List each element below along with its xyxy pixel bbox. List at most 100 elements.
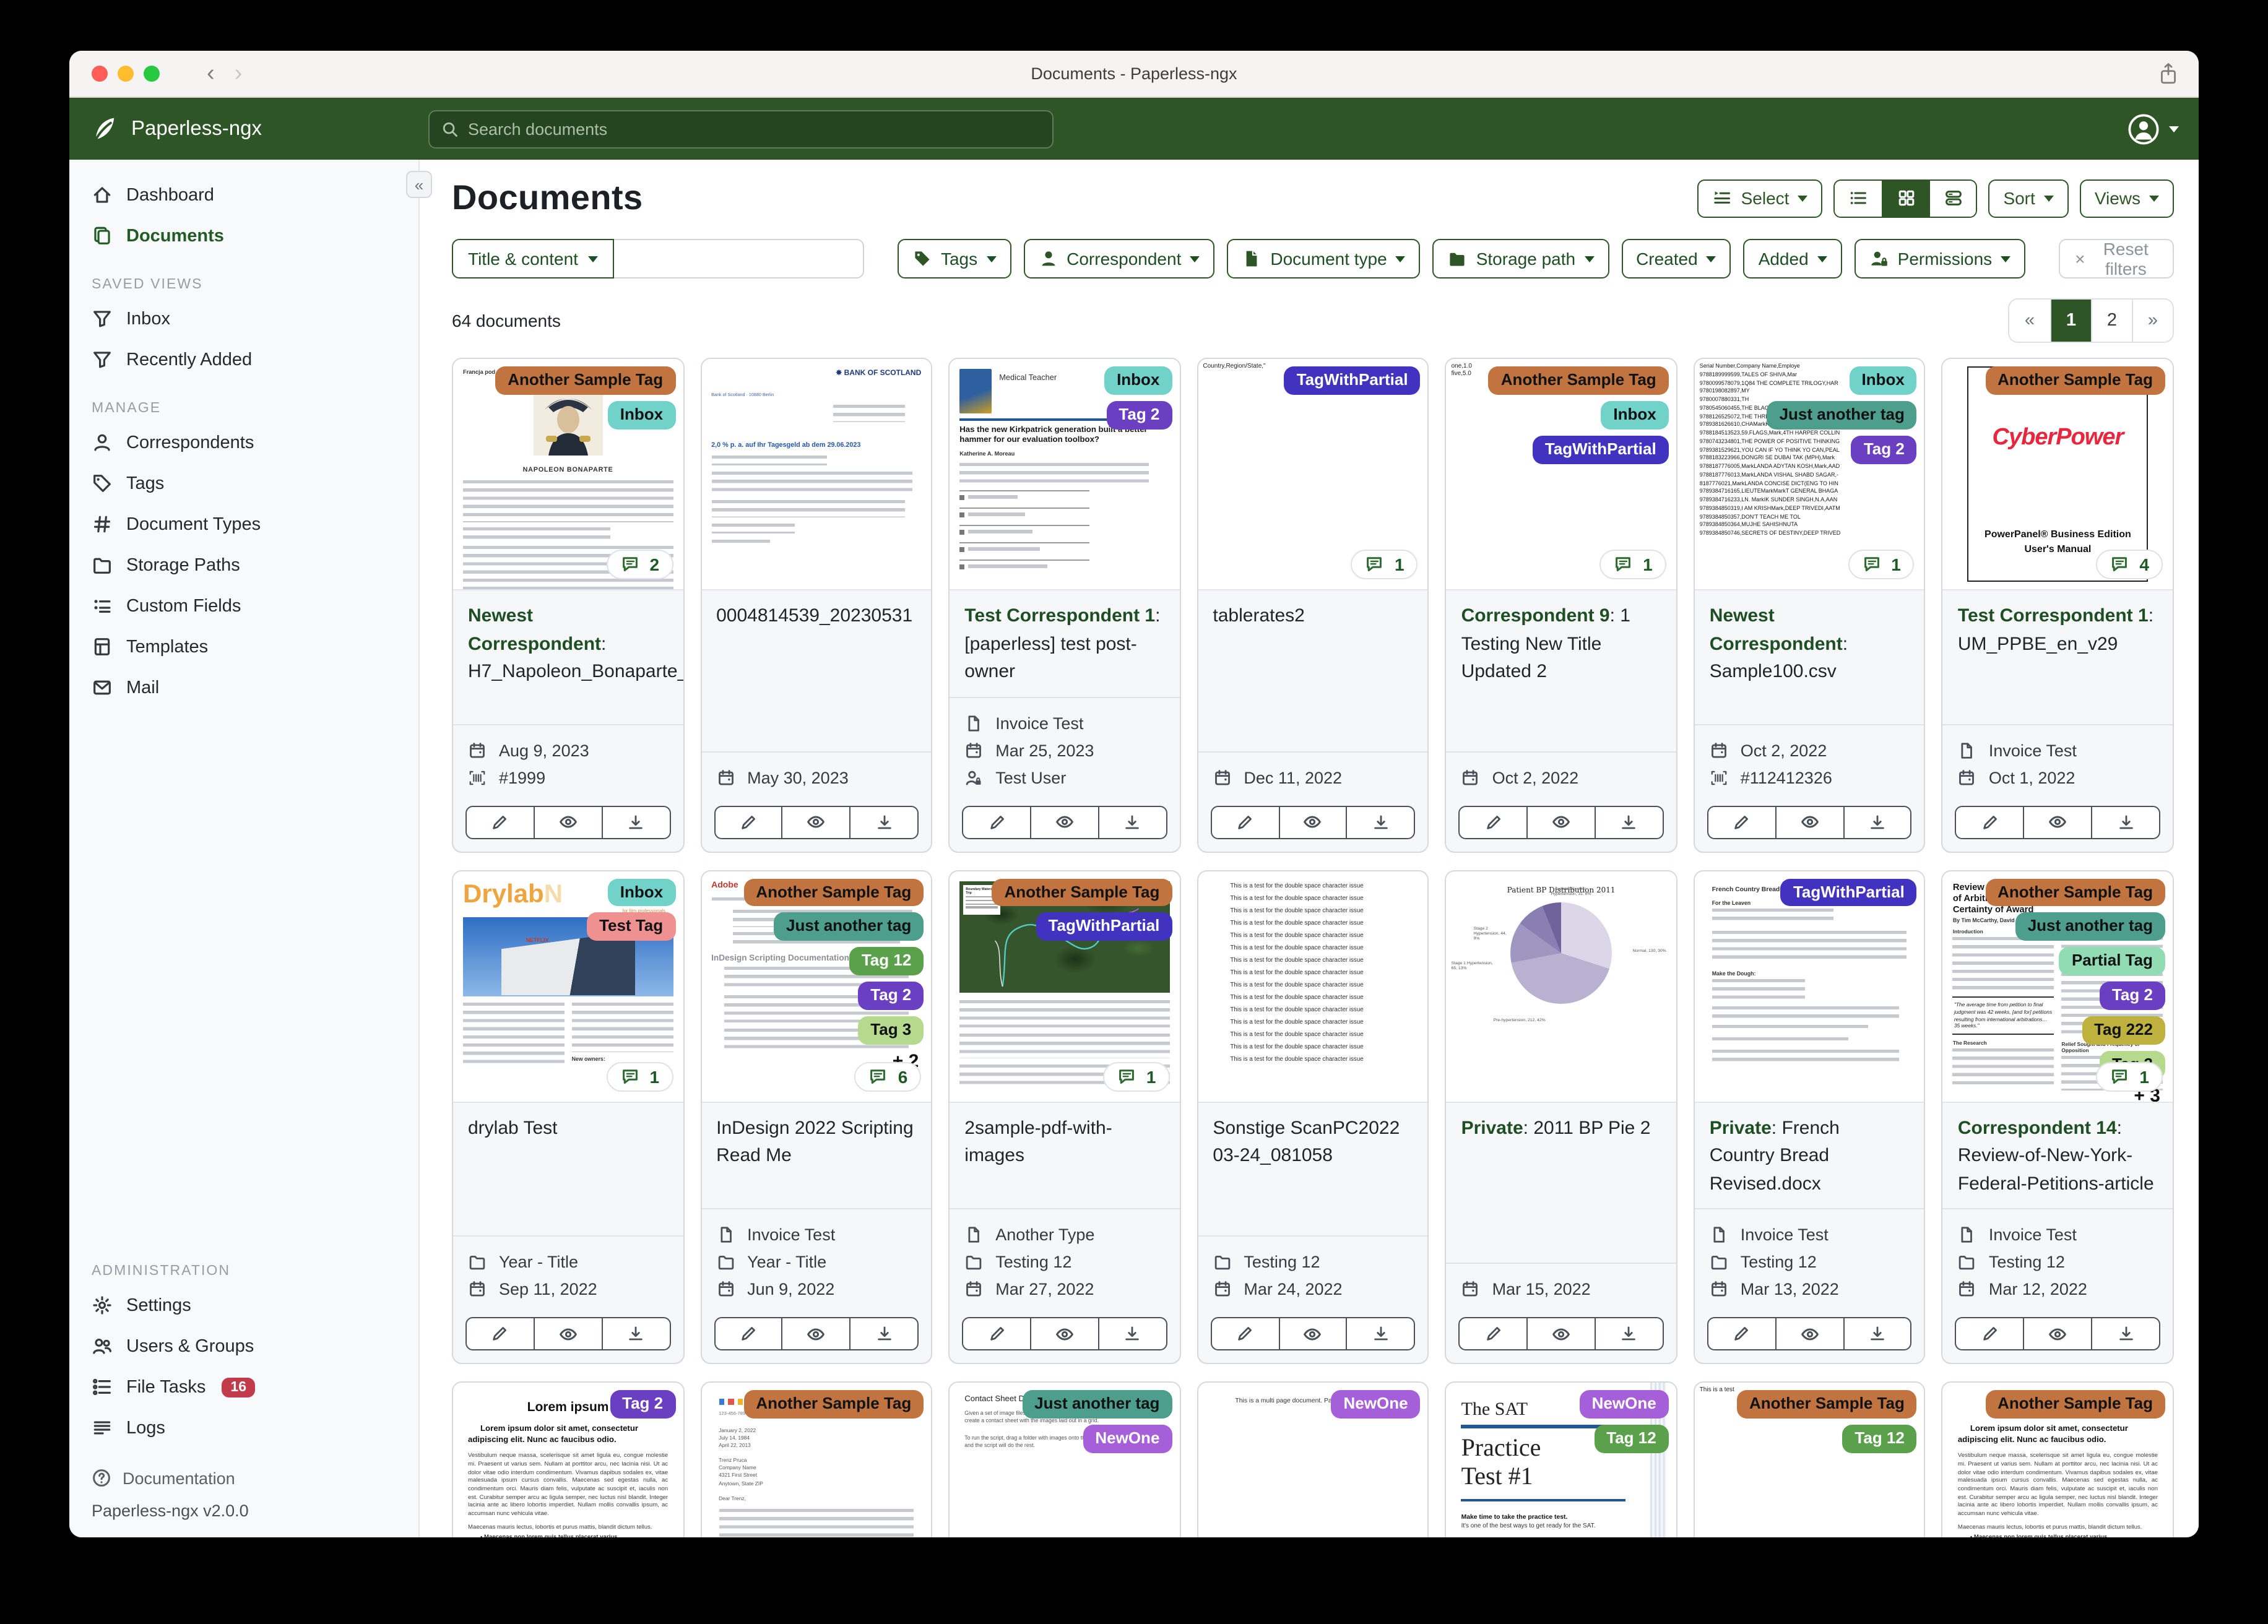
- document-thumbnail[interactable]: French Country Bread For the Leaven Make t…: [1694, 871, 1924, 1102]
- edit-button[interactable]: [1708, 806, 1775, 837]
- document-title[interactable]: Correspondent 14: Review-of-New-York-Fed…: [1943, 1102, 2173, 1208]
- document-thumbnail[interactable]: Lorem ipsumLorem ipsum dolor sit amet, c…: [453, 1383, 683, 1537]
- pagination-page-1[interactable]: 1: [2050, 300, 2091, 342]
- comment-count-badge[interactable]: 2: [606, 550, 673, 579]
- preview-button[interactable]: [781, 1318, 850, 1349]
- filter-field-selector[interactable]: Title & content: [452, 239, 614, 279]
- view-mode-grid[interactable]: [1882, 180, 1929, 216]
- preview-button[interactable]: [1526, 806, 1595, 837]
- filter-permissions-button[interactable]: Permissions: [1854, 239, 2026, 279]
- preview-button[interactable]: [533, 1318, 602, 1349]
- document-card[interactable]: DrylabN for film professionals NETFLIX New …: [452, 870, 685, 1364]
- comment-count-badge[interactable]: 1: [1848, 550, 1915, 579]
- document-title[interactable]: Private: 2011 BP Pie 2: [1447, 1102, 1676, 1263]
- tag-badge[interactable]: Another Sample Tag: [743, 1390, 924, 1419]
- pagination-page-2[interactable]: 2: [2091, 300, 2132, 342]
- filter-query-input[interactable]: [613, 239, 864, 279]
- preview-button[interactable]: [2023, 806, 2092, 837]
- tag-badge[interactable]: NewOne: [1579, 1390, 1669, 1419]
- preview-button[interactable]: [533, 806, 602, 837]
- download-button[interactable]: [2091, 806, 2159, 837]
- document-card[interactable]: The SAT Practice Test #1 Make time to take …: [1445, 1381, 1677, 1537]
- tag-badge[interactable]: TagWithPartial: [1036, 912, 1172, 941]
- document-card[interactable]: This is a multi page document. Page 1. Ne…: [1197, 1381, 1429, 1537]
- views-button[interactable]: Views: [2079, 179, 2174, 217]
- tag-badge[interactable]: Just another tag: [1767, 400, 1917, 430]
- preview-button[interactable]: [2023, 1318, 2092, 1349]
- filter-tags-button[interactable]: Tags: [897, 239, 1011, 279]
- sidebar-item-correspondents[interactable]: Correspondents: [69, 422, 418, 463]
- tag-badge[interactable]: Partial Tag: [2059, 947, 2165, 976]
- download-button[interactable]: [1595, 806, 1663, 837]
- document-thumbnail[interactable]: Adobe InDesign Scripting Documentation Ano…: [701, 871, 932, 1102]
- document-thumbnail[interactable]: Contact Sheet Demo Given a set of image f…: [950, 1383, 1180, 1537]
- document-card[interactable]: Test Name123-456-7890January 2, 2022 Jul…: [700, 1381, 933, 1537]
- document-correspondent[interactable]: Test Correspondent 1: [1958, 605, 2149, 626]
- download-button[interactable]: [1595, 1318, 1663, 1349]
- preview-button[interactable]: [1775, 1318, 1843, 1349]
- document-thumbnail[interactable]: Patient BP Distribution 2011 Isolated Sys…: [1446, 871, 1676, 1102]
- comment-count-badge[interactable]: 1: [1102, 1061, 1170, 1091]
- document-thumbnail[interactable]: Medical Teacher Has the new Kirkpatrick g…: [950, 359, 1180, 590]
- document-thumbnail[interactable]: Boundary Waters Trip Another Sample Tag Ta…: [950, 871, 1180, 1102]
- tag-badge[interactable]: Another Sample Tag: [743, 878, 924, 907]
- tag-badge[interactable]: TagWithPartial: [1532, 435, 1669, 464]
- document-title[interactable]: Test Correspondent 1: [paperless] test p…: [950, 590, 1179, 696]
- documentation-link[interactable]: Documentation: [92, 1461, 396, 1495]
- sidebar-item-recently-added[interactable]: Recently Added: [69, 339, 418, 380]
- document-card[interactable]: This is a test Another Sample Tag Tag 12: [1693, 1381, 1926, 1537]
- document-card[interactable]: Contact Sheet Demo Given a set of image f…: [948, 1381, 1181, 1537]
- tag-badge[interactable]: Test Tag: [587, 912, 676, 941]
- preview-button[interactable]: [1278, 806, 1346, 837]
- document-title[interactable]: drylab Test: [453, 1102, 683, 1235]
- edit-button[interactable]: [1708, 1318, 1775, 1349]
- preview-button[interactable]: [1030, 1318, 1098, 1349]
- document-correspondent[interactable]: Private: [1710, 1117, 1772, 1138]
- document-thumbnail[interactable]: This is a test Another Sample Tag Tag 12: [1694, 1383, 1924, 1537]
- app-brand[interactable]: Paperless-ngx: [89, 114, 428, 144]
- edit-button[interactable]: [715, 806, 782, 837]
- document-card[interactable]: Francja pod r NAPOLEON BONAPARTE Another S…: [452, 358, 685, 852]
- document-thumbnail[interactable]: Francja pod r NAPOLEON BONAPARTE Another S…: [453, 359, 683, 590]
- document-correspondent[interactable]: Test Correspondent 1: [964, 605, 1155, 626]
- tag-badge[interactable]: Tag 12: [1842, 1424, 1917, 1453]
- sidebar-item-document-types[interactable]: Document Types: [69, 504, 418, 545]
- tag-badge[interactable]: Just another tag: [774, 912, 924, 941]
- document-thumbnail[interactable]: This is a test for the double space char…: [1198, 871, 1428, 1102]
- document-correspondent[interactable]: Newest Correspondent: [1710, 605, 1843, 654]
- preview-button[interactable]: [781, 806, 850, 837]
- document-title[interactable]: 0004814539_20230531: [701, 590, 931, 751]
- tag-badge[interactable]: TagWithPartial: [1284, 366, 1421, 395]
- tag-badge[interactable]: Tag 3: [858, 1016, 924, 1045]
- edit-button[interactable]: [1460, 1318, 1527, 1349]
- reset-filters-button[interactable]: × Reset filters: [2059, 239, 2174, 279]
- document-thumbnail[interactable]: This is a multi page document. Page 1. Ne…: [1198, 1383, 1428, 1537]
- download-button[interactable]: [1346, 1318, 1414, 1349]
- document-card[interactable]: Review of of Arbitral A Certainty of Award…: [1941, 870, 2174, 1364]
- tag-badge[interactable]: Another Sample Tag: [1985, 1390, 2165, 1419]
- sidebar-item-custom-fields[interactable]: Custom Fields: [69, 585, 418, 626]
- pagination-previous[interactable]: «: [2009, 300, 2050, 342]
- tag-badge[interactable]: Just another tag: [2015, 912, 2165, 941]
- filter-storage-path-button[interactable]: Storage path: [1432, 239, 1609, 279]
- sidebar-item-dashboard[interactable]: Dashboard: [69, 175, 418, 215]
- document-correspondent[interactable]: Newest Correspondent: [468, 605, 601, 654]
- edit-button[interactable]: [1957, 806, 2023, 837]
- document-card[interactable]: Boundary Waters Trip Another Sample Tag Ta…: [948, 870, 1181, 1364]
- sidebar-item-documents[interactable]: Documents: [69, 215, 418, 256]
- tag-badge[interactable]: Tag 2: [2099, 982, 2165, 1011]
- document-card[interactable]: ✸ BANK OF SCOTLAND Bank of Scotland · 108…: [700, 358, 933, 852]
- document-card[interactable]: Serial Number,Company Name,Employe 978818…: [1693, 358, 1926, 852]
- sidebar-item-storage-paths[interactable]: Storage Paths: [69, 545, 418, 585]
- sidebar-item-inbox[interactable]: Inbox: [69, 298, 418, 339]
- document-thumbnail[interactable]: Review of of Arbitral A Certainty of Award…: [1942, 871, 2173, 1102]
- tag-badge[interactable]: NewOne: [1331, 1390, 1421, 1419]
- tag-badge[interactable]: Another Sample Tag: [992, 878, 1172, 907]
- comment-count-badge[interactable]: 6: [854, 1061, 922, 1091]
- tag-badge[interactable]: Another Sample Tag: [1985, 366, 2165, 395]
- document-card[interactable]: Medical Teacher Has the new Kirkpatrick g…: [948, 358, 1181, 852]
- view-mode-list[interactable]: [1835, 180, 1882, 216]
- document-correspondent[interactable]: Private: [1461, 1117, 1523, 1138]
- download-button[interactable]: [849, 1318, 918, 1349]
- download-button[interactable]: [1097, 1318, 1166, 1349]
